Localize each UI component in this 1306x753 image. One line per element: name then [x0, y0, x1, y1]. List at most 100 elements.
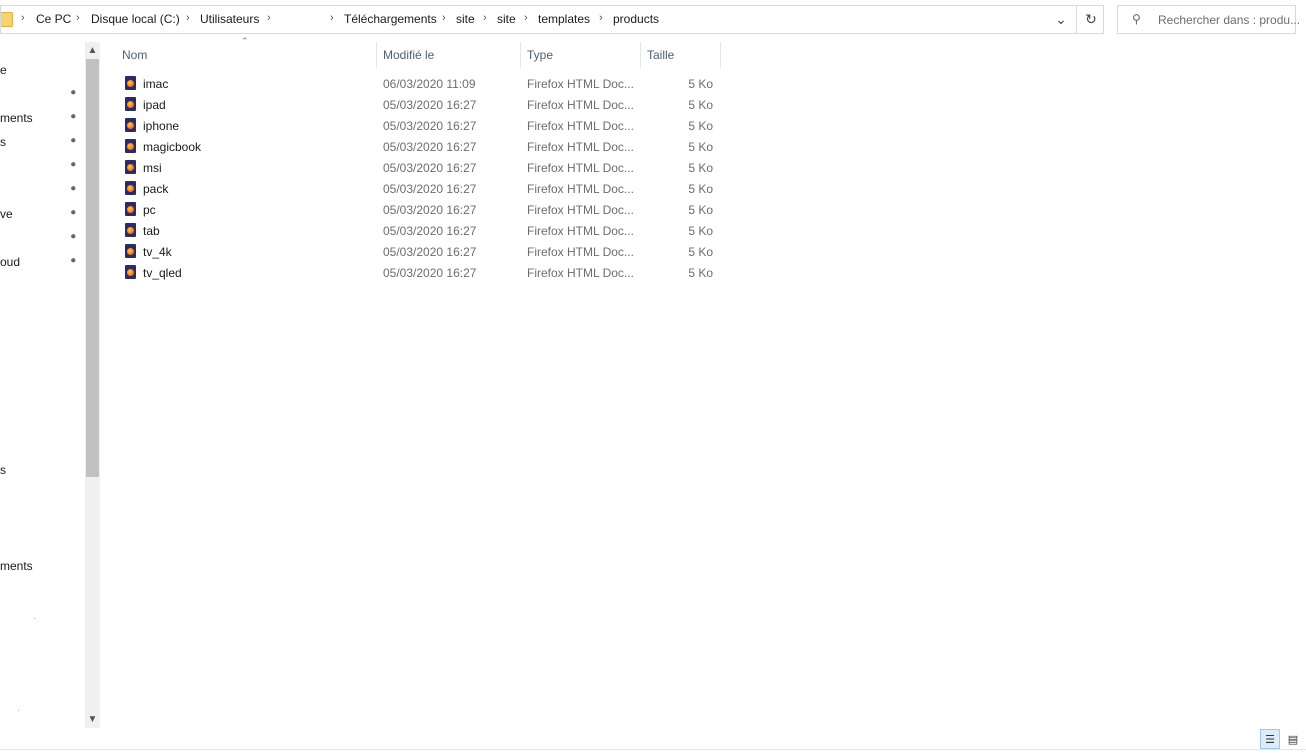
file-name: magicbook	[143, 140, 202, 154]
chevron-right-icon[interactable]: ›	[330, 12, 334, 24]
list-item[interactable]: pc 05/03/2020 16:27 Firefox HTML Doc... …	[118, 199, 721, 220]
firefox-html-file-icon	[125, 202, 136, 216]
file-modified: 05/03/2020 16:27	[383, 98, 477, 112]
column-divider[interactable]	[520, 42, 521, 68]
column-header-size[interactable]: Taille	[647, 42, 720, 68]
nav-item[interactable]: s	[0, 463, 6, 477]
column-header-name-label: Nom	[122, 48, 148, 62]
firefox-html-file-icon	[125, 139, 136, 153]
chevron-right-icon[interactable]: ›	[267, 12, 271, 24]
file-name: ipad	[143, 98, 166, 112]
list-item[interactable]: tv_4k 05/03/2020 16:27 Firefox HTML Doc.…	[118, 241, 721, 262]
file-modified: 05/03/2020 16:27	[383, 161, 477, 175]
list-item[interactable]: iphone 05/03/2020 16:27 Firefox HTML Doc…	[118, 115, 721, 136]
search-input[interactable]: ⚲ Rechercher dans : produ...	[1117, 5, 1300, 34]
chevron-right-icon[interactable]: ›	[186, 12, 190, 24]
breadcrumb-products[interactable]: products	[613, 12, 659, 26]
chevron-right-icon[interactable]: ›	[442, 12, 446, 24]
chevron-right-icon[interactable]: ›	[599, 12, 603, 24]
firefox-html-file-icon	[125, 118, 136, 132]
scroll-down-icon[interactable]: ▼	[85, 711, 100, 728]
address-bar[interactable]: › Ce PC › Disque local (C:) › Utilisateu…	[0, 5, 1104, 34]
pin-icon[interactable]: ●	[67, 230, 79, 242]
list-item[interactable]: msi 05/03/2020 16:27 Firefox HTML Doc...…	[118, 157, 721, 178]
file-modified: 05/03/2020 16:27	[383, 140, 477, 154]
file-modified: 05/03/2020 16:27	[383, 224, 477, 238]
file-name: pc	[143, 203, 156, 217]
file-name: iphone	[143, 119, 180, 133]
file-modified: 05/03/2020 16:27	[383, 182, 477, 196]
file-size: 5 Ko	[688, 203, 713, 217]
file-size: 5 Ko	[688, 266, 713, 280]
file-modified: 05/03/2020 16:27	[383, 119, 477, 133]
nav-item[interactable]: ve	[0, 207, 13, 221]
list-item[interactable]: tv_qled 05/03/2020 16:27 Firefox HTML Do…	[118, 262, 721, 283]
column-header-type[interactable]: Type	[527, 42, 640, 68]
breadcrumb-utilisateurs[interactable]: Utilisateurs	[200, 12, 259, 26]
list-item[interactable]: ipad 05/03/2020 16:27 Firefox HTML Doc..…	[118, 94, 721, 115]
search-icon: ⚲	[1132, 12, 1141, 26]
file-modified: 05/03/2020 16:27	[383, 266, 477, 280]
file-type: Firefox HTML Doc...	[527, 224, 634, 238]
nav-item[interactable]: oud	[0, 255, 20, 269]
column-header-name[interactable]: Nom	[122, 42, 376, 68]
list-item[interactable]: pack 05/03/2020 16:27 Firefox HTML Doc..…	[118, 178, 721, 199]
breadcrumb-ce-pc[interactable]: Ce PC	[36, 12, 71, 26]
column-header-modified-label: Modifié le	[383, 48, 435, 62]
column-header-type-label: Type	[527, 48, 554, 62]
breadcrumb-site-2[interactable]: site	[497, 12, 516, 26]
large-icons-view-icon[interactable]: ▤	[1283, 729, 1303, 749]
pin-icon[interactable]: ●	[67, 110, 79, 122]
pin-icon[interactable]: ●	[67, 86, 79, 98]
scrollbar-thumb[interactable]	[86, 59, 99, 477]
nav-item[interactable]: ments	[0, 111, 33, 125]
chevron-right-icon[interactable]: ›	[76, 12, 80, 24]
file-size: 5 Ko	[688, 77, 713, 91]
file-size: 5 Ko	[688, 161, 713, 175]
file-size: 5 Ko	[688, 140, 713, 154]
file-modified: 06/03/2020 11:09	[383, 77, 476, 91]
nav-item[interactable]: ments	[0, 559, 33, 573]
file-type: Firefox HTML Doc...	[527, 161, 634, 175]
file-name: imac	[143, 77, 169, 91]
details-view-icon[interactable]: ☰	[1260, 729, 1280, 749]
pin-icon[interactable]: ●	[67, 158, 79, 170]
breadcrumb-disque-local[interactable]: Disque local (C:)	[91, 12, 180, 26]
pin-icon[interactable]: ●	[67, 182, 79, 194]
nav-item[interactable]: e	[0, 63, 7, 77]
list-item[interactable]: tab 05/03/2020 16:27 Firefox HTML Doc...…	[118, 220, 721, 241]
file-size: 5 Ko	[688, 245, 713, 259]
firefox-html-file-icon	[125, 223, 136, 237]
column-header-modified[interactable]: Modifié le	[383, 42, 520, 68]
chevron-down-icon[interactable]: ⌄	[1048, 6, 1074, 33]
pin-icon[interactable]: ●	[67, 254, 79, 266]
column-header-size-label: Taille	[647, 48, 675, 62]
column-divider[interactable]	[640, 42, 641, 68]
file-size: 5 Ko	[688, 224, 713, 238]
column-divider[interactable]	[376, 42, 377, 68]
breadcrumb-templates[interactable]: templates	[538, 12, 590, 26]
chevron-right-icon[interactable]: ›	[21, 12, 25, 24]
nav-scrollbar[interactable]: ▲ ▼	[85, 42, 100, 728]
search-placeholder: Rechercher dans : produ...	[1158, 13, 1301, 27]
status-bar-divider	[0, 749, 1306, 750]
chevron-right-icon[interactable]: ›	[483, 12, 487, 24]
file-type: Firefox HTML Doc...	[527, 98, 634, 112]
list-item[interactable]: magicbook 05/03/2020 16:27 Firefox HTML …	[118, 136, 721, 157]
scroll-up-icon[interactable]: ▲	[85, 42, 100, 59]
pin-icon[interactable]: ●	[67, 206, 79, 218]
breadcrumb-site-1[interactable]: site	[456, 12, 475, 26]
chevron-right-icon[interactable]: ›	[524, 12, 528, 24]
file-name: tv_4k	[143, 245, 172, 259]
nav-item[interactable]: s	[0, 135, 6, 149]
file-size: 5 Ko	[688, 98, 713, 112]
column-divider[interactable]	[720, 42, 721, 68]
pin-icon[interactable]: ●	[67, 134, 79, 146]
list-item[interactable]: imac 06/03/2020 11:09 Firefox HTML Doc..…	[118, 73, 721, 94]
folder-icon	[1, 12, 13, 27]
file-size: 5 Ko	[688, 182, 713, 196]
breadcrumb-telechargements[interactable]: Téléchargements	[344, 12, 437, 26]
file-name: pack	[143, 182, 169, 196]
file-type: Firefox HTML Doc...	[527, 119, 634, 133]
refresh-icon[interactable]: ↻	[1076, 6, 1105, 33]
